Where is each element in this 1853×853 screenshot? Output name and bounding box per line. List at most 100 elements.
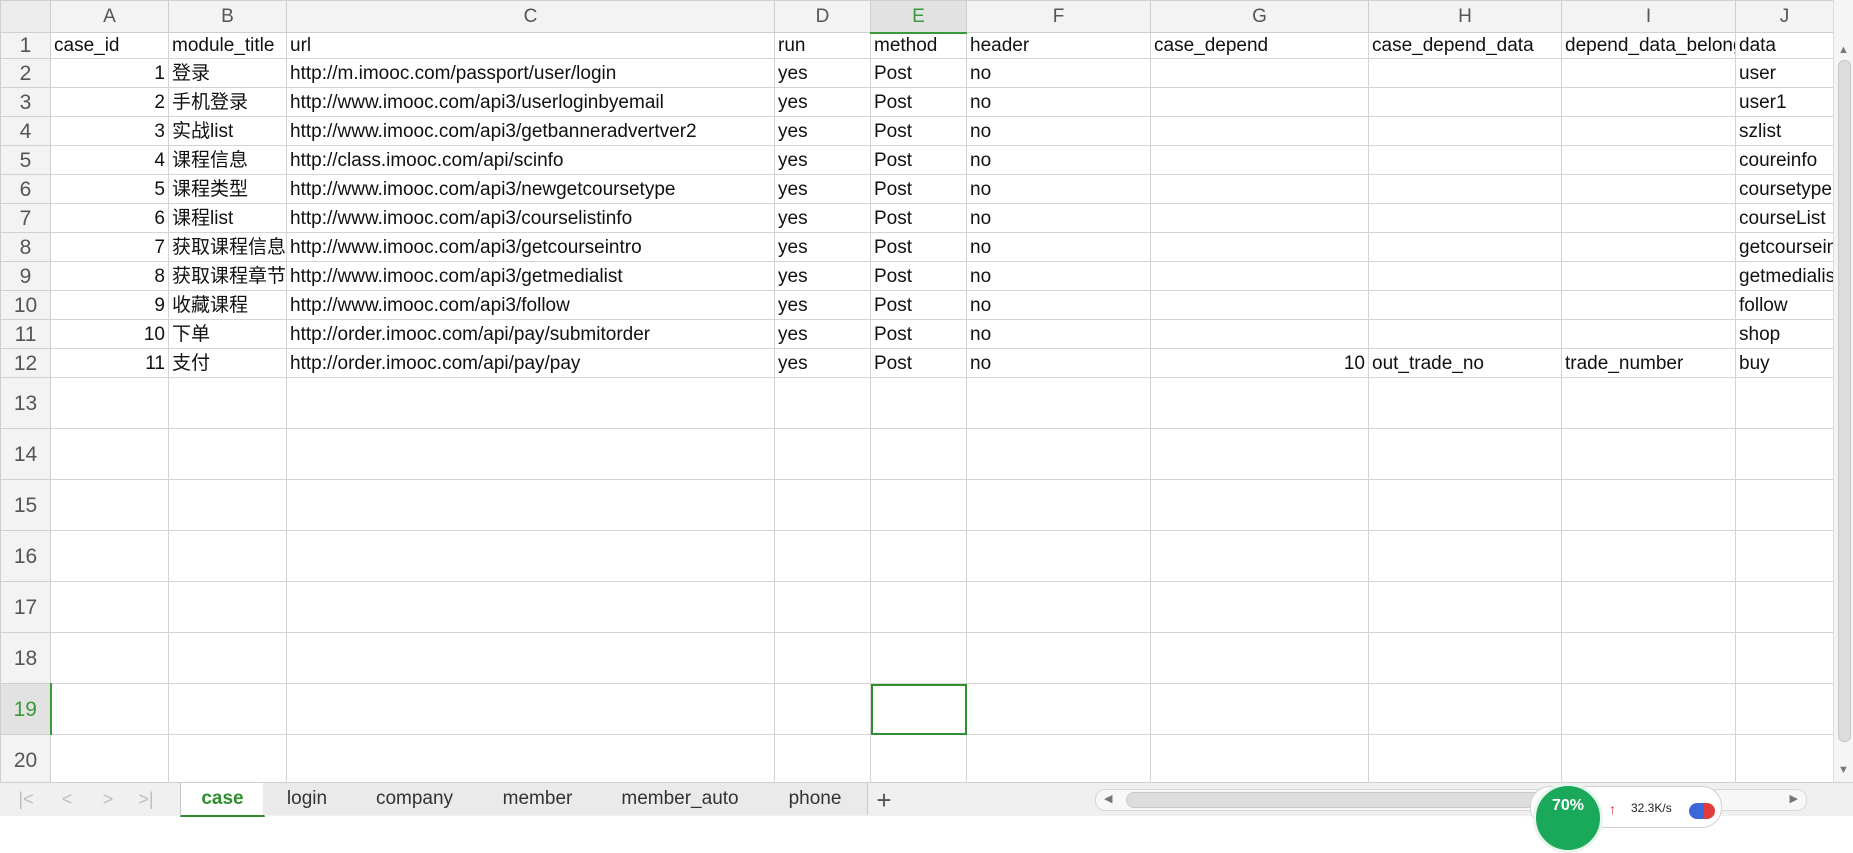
cell-j10[interactable]: follow	[1735, 290, 1834, 320]
column-header[interactable]: H	[1368, 0, 1562, 33]
cell-g17[interactable]	[1150, 581, 1369, 633]
cell-h11[interactable]	[1368, 319, 1562, 349]
column-header[interactable]: A	[50, 0, 169, 33]
cell-j7[interactable]: courseList	[1735, 203, 1834, 233]
sheet-tab-member-auto[interactable]: member_auto	[597, 783, 764, 815]
cell-a20[interactable]	[50, 734, 169, 786]
row-header[interactable]: 20	[0, 734, 51, 786]
cell-i10[interactable]	[1561, 290, 1736, 320]
cell-b19[interactable]	[168, 683, 287, 735]
cell-c10[interactable]: http://www.imooc.com/api3/follow	[286, 290, 775, 320]
cell-i11[interactable]	[1561, 319, 1736, 349]
sheet-tab-login[interactable]: login	[263, 783, 352, 815]
cell-b14[interactable]	[168, 428, 287, 480]
cell-g20[interactable]	[1150, 734, 1369, 786]
cell-i4[interactable]	[1561, 116, 1736, 146]
cell-d8[interactable]: yes	[774, 232, 871, 262]
column-header[interactable]: I	[1561, 0, 1736, 33]
cell-g2[interactable]	[1150, 58, 1369, 88]
row-header[interactable]: 6	[0, 174, 51, 204]
cell-h18[interactable]	[1368, 632, 1562, 684]
cell-j9[interactable]: getmedialist	[1735, 261, 1834, 291]
cell-a18[interactable]	[50, 632, 169, 684]
cell-d7[interactable]: yes	[774, 203, 871, 233]
cell-b2[interactable]: 登录	[168, 58, 287, 88]
cell-e2[interactable]: Post	[870, 58, 967, 88]
cell-f17[interactable]	[966, 581, 1151, 633]
cell-c6[interactable]: http://www.imooc.com/api3/newgetcoursety…	[286, 174, 775, 204]
cell-j14[interactable]	[1735, 428, 1834, 480]
cell-c18[interactable]	[286, 632, 775, 684]
cell-c7[interactable]: http://www.imooc.com/api3/courselistinfo	[286, 203, 775, 233]
cell-h19[interactable]	[1368, 683, 1562, 735]
cell-i7[interactable]	[1561, 203, 1736, 233]
cell-d6[interactable]: yes	[774, 174, 871, 204]
cell-i20[interactable]	[1561, 734, 1736, 786]
cell-j19[interactable]	[1735, 683, 1834, 735]
column-header[interactable]: F	[966, 0, 1151, 33]
cell-b7[interactable]: 课程list	[168, 203, 287, 233]
cell-j18[interactable]	[1735, 632, 1834, 684]
row-header[interactable]: 7	[0, 203, 51, 233]
cell-b17[interactable]	[168, 581, 287, 633]
cell-f18[interactable]	[966, 632, 1151, 684]
cell-g8[interactable]	[1150, 232, 1369, 262]
cell-d17[interactable]	[774, 581, 871, 633]
cell-f13[interactable]	[966, 377, 1151, 429]
row-header[interactable]: 2	[0, 58, 51, 88]
column-header-active[interactable]: E	[870, 0, 967, 34]
cell-e9[interactable]: Post	[870, 261, 967, 291]
cell-h13[interactable]	[1368, 377, 1562, 429]
cell-h6[interactable]	[1368, 174, 1562, 204]
cell-i15[interactable]	[1561, 479, 1736, 531]
cell-j1[interactable]: data	[1735, 32, 1834, 59]
sheet-tab-company[interactable]: company	[351, 783, 479, 815]
cell-h20[interactable]	[1368, 734, 1562, 786]
cell-c16[interactable]	[286, 530, 775, 582]
cell-e15[interactable]	[870, 479, 967, 531]
cell-f15[interactable]	[966, 479, 1151, 531]
row-header[interactable]: 8	[0, 232, 51, 262]
cell-c20[interactable]	[286, 734, 775, 786]
cell-g7[interactable]	[1150, 203, 1369, 233]
cell-e10[interactable]: Post	[870, 290, 967, 320]
row-header[interactable]: 11	[0, 319, 51, 349]
cell-c13[interactable]	[286, 377, 775, 429]
cell-a2[interactable]: 1	[50, 58, 169, 88]
row-header[interactable]: 18	[0, 632, 51, 684]
cell-b16[interactable]	[168, 530, 287, 582]
cell-f16[interactable]	[966, 530, 1151, 582]
last-sheet-button[interactable]: >|	[134, 789, 158, 810]
cell-h15[interactable]	[1368, 479, 1562, 531]
cell-g1[interactable]: case_depend	[1150, 32, 1369, 59]
cell-c19[interactable]	[286, 683, 775, 735]
column-header[interactable]: C	[286, 0, 775, 33]
cell-b13[interactable]	[168, 377, 287, 429]
cell-b1[interactable]: module_title	[168, 32, 287, 59]
cell-a8[interactable]: 7	[50, 232, 169, 262]
cell-a1[interactable]: case_id	[50, 32, 169, 59]
cell-e19[interactable]	[870, 683, 967, 735]
cell-f6[interactable]: no	[966, 174, 1151, 204]
cell-j6[interactable]: coursetype	[1735, 174, 1834, 204]
cell-j8[interactable]: getcourseintro	[1735, 232, 1834, 262]
cell-c9[interactable]: http://www.imooc.com/api3/getmedialist	[286, 261, 775, 291]
cell-j3[interactable]: user1	[1735, 87, 1834, 117]
cell-i17[interactable]	[1561, 581, 1736, 633]
cell-g19[interactable]	[1150, 683, 1369, 735]
cell-c1[interactable]: url	[286, 32, 775, 59]
add-sheet-button[interactable]: +	[872, 785, 896, 816]
cell-h7[interactable]	[1368, 203, 1562, 233]
cell-d19[interactable]	[774, 683, 871, 735]
cell-a4[interactable]: 3	[50, 116, 169, 146]
cell-d9[interactable]: yes	[774, 261, 871, 291]
cell-b9[interactable]: 获取课程章节	[168, 261, 287, 291]
row-header[interactable]: 15	[0, 479, 51, 531]
cell-a11[interactable]: 10	[50, 319, 169, 349]
sheet-tab-member[interactable]: member	[478, 783, 598, 815]
cell-g14[interactable]	[1150, 428, 1369, 480]
row-header[interactable]: 12	[0, 348, 51, 378]
cell-b12[interactable]: 支付	[168, 348, 287, 378]
cell-i12[interactable]: trade_number	[1561, 348, 1736, 378]
cell-a15[interactable]	[50, 479, 169, 531]
